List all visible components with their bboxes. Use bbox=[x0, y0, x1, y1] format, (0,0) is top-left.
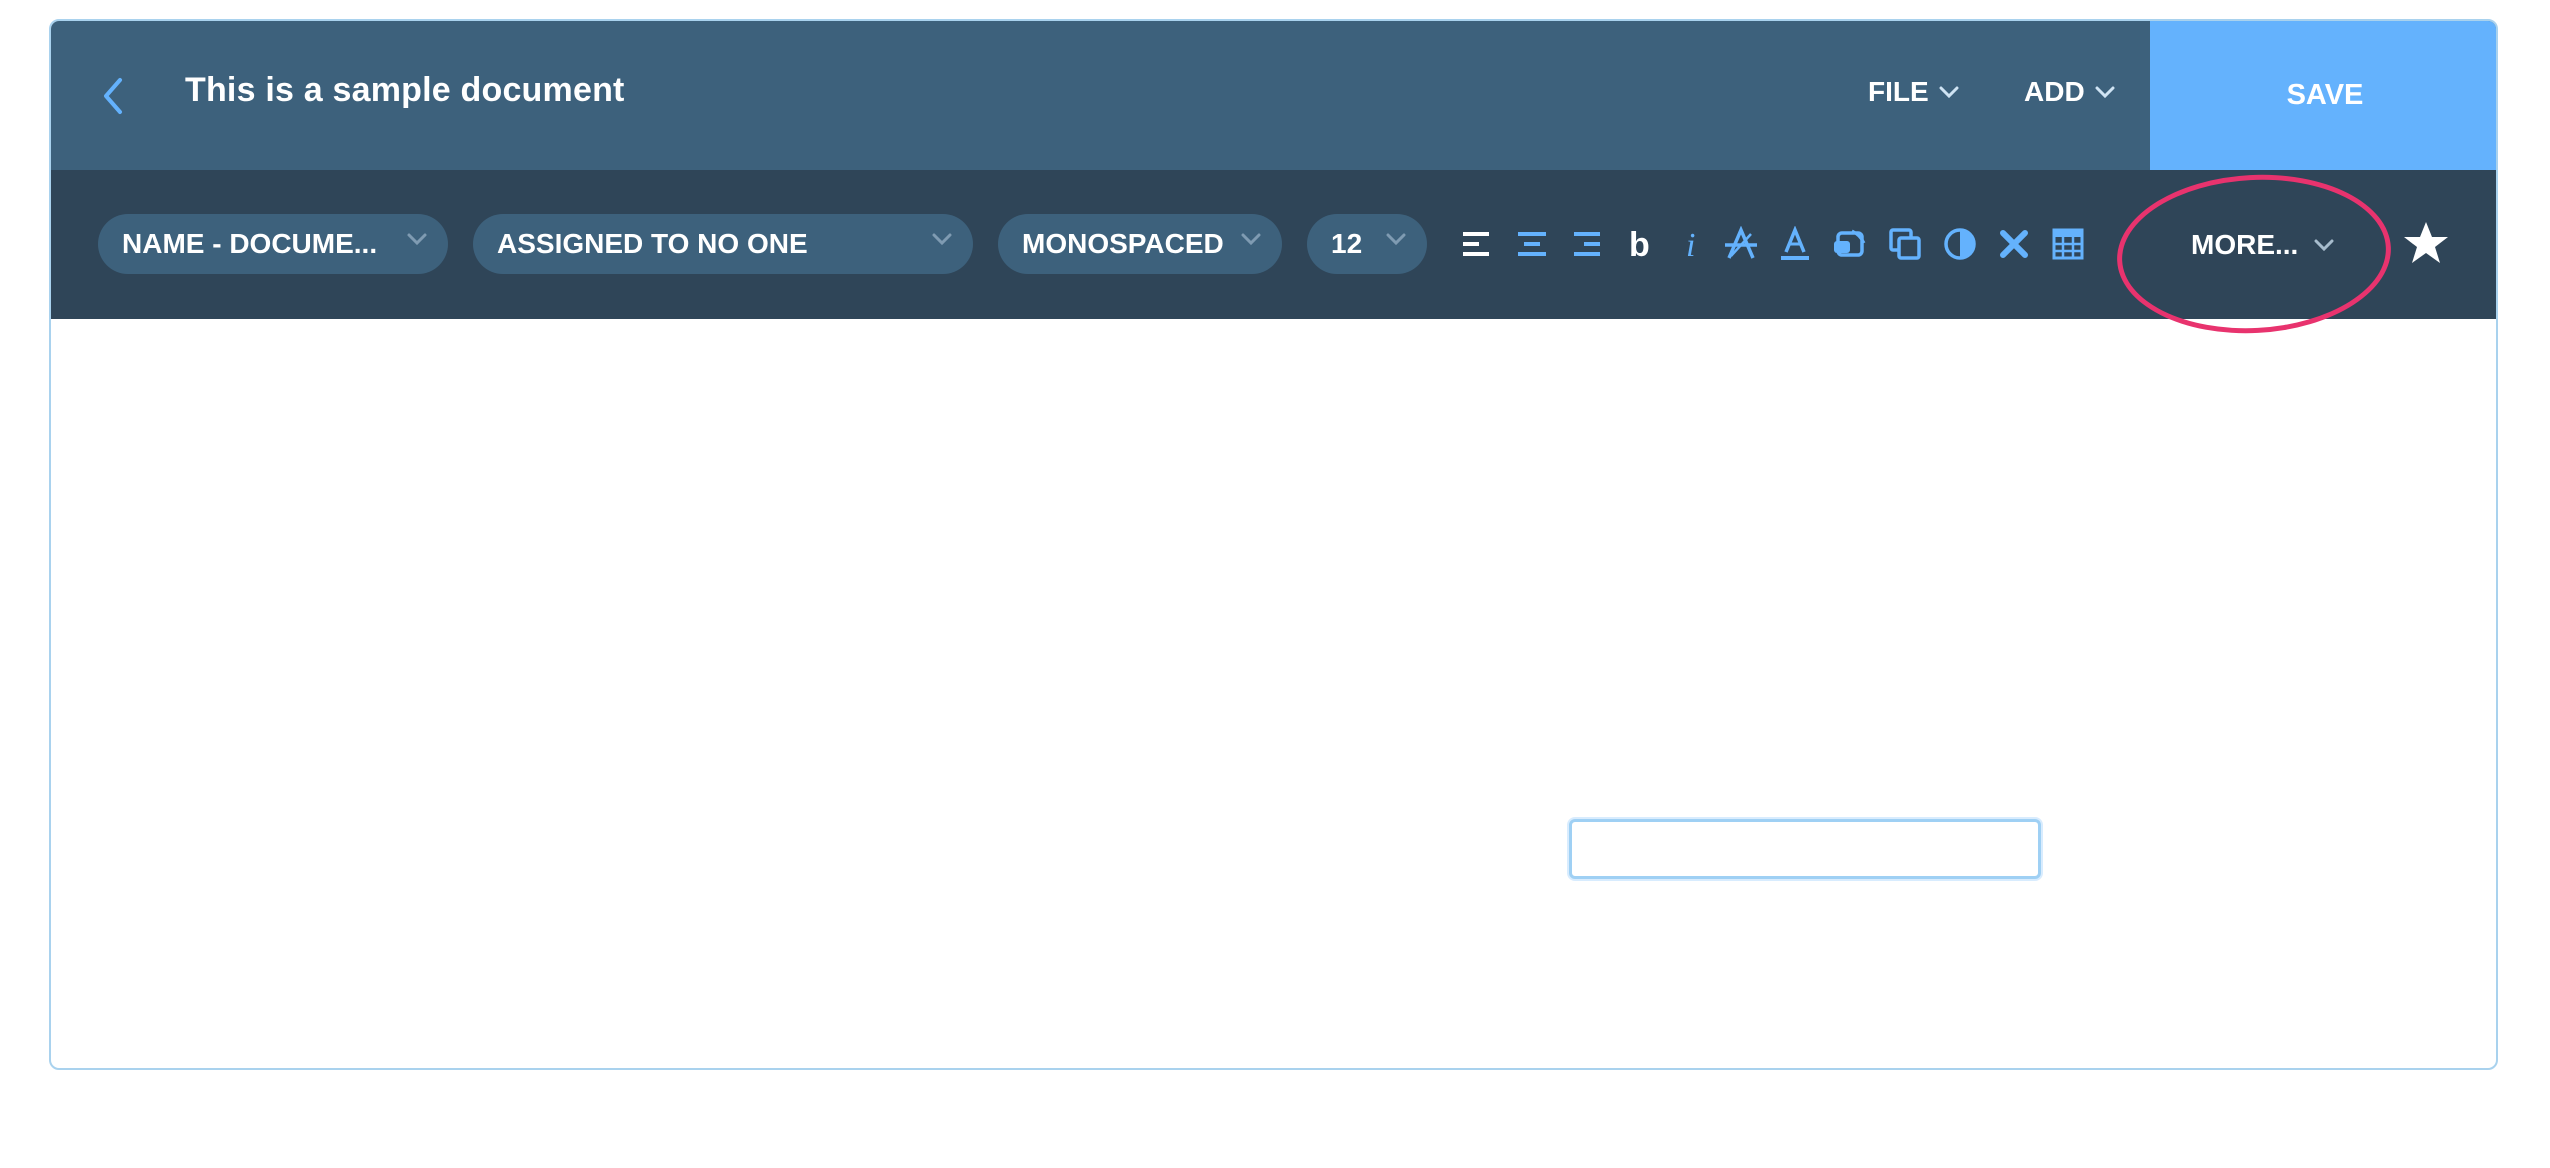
font-select[interactable]: MONOSPACED bbox=[998, 214, 1282, 274]
text-color-button[interactable] bbox=[1775, 224, 1815, 264]
chevron-left-icon bbox=[104, 78, 122, 114]
add-menu-label: ADD bbox=[2024, 76, 2085, 107]
header-bar: This is a sample document FILE ADD SAVE bbox=[51, 21, 2496, 170]
strikethrough-icon bbox=[1725, 226, 1757, 259]
align-center-button[interactable] bbox=[1512, 224, 1552, 264]
chevron-down-icon bbox=[2095, 86, 2115, 98]
name-select[interactable]: NAME - DOCUME... bbox=[98, 214, 448, 274]
chevron-down-icon bbox=[407, 233, 427, 246]
inline-text-input[interactable] bbox=[1569, 819, 2041, 879]
text-color-icon bbox=[1781, 226, 1809, 260]
more-menu-button[interactable]: MORE... bbox=[2191, 220, 2334, 270]
align-left-icon bbox=[1463, 232, 1489, 256]
clear-button[interactable] bbox=[1994, 224, 2034, 264]
chevron-down-icon bbox=[932, 233, 952, 246]
editor-window: This is a sample document FILE ADD SAVE … bbox=[49, 19, 2498, 1070]
file-menu-button[interactable]: FILE bbox=[1868, 76, 1959, 108]
contrast-button[interactable] bbox=[1940, 224, 1980, 264]
clear-icon bbox=[2000, 230, 2028, 258]
font-select-value: MONOSPACED bbox=[1022, 228, 1224, 259]
chevron-down-icon bbox=[1241, 233, 1261, 246]
assignee-select-value: ASSIGNED TO NO ONE bbox=[497, 228, 808, 259]
align-right-icon bbox=[1574, 232, 1600, 256]
chevron-down-icon bbox=[2314, 239, 2334, 251]
align-center-icon bbox=[1518, 232, 1546, 256]
duplicate-button[interactable] bbox=[1885, 224, 1925, 264]
assignee-select[interactable]: ASSIGNED TO NO ONE bbox=[473, 214, 973, 274]
star-icon bbox=[2404, 222, 2448, 263]
copy-icon bbox=[1889, 228, 1921, 260]
contrast-icon bbox=[1944, 228, 1976, 260]
erase-format-button[interactable] bbox=[1830, 224, 1870, 264]
svg-text:b: b bbox=[1629, 226, 1650, 262]
name-select-value: NAME - DOCUME... bbox=[122, 228, 378, 259]
table-button[interactable] bbox=[2048, 224, 2088, 264]
erase-format-icon bbox=[1834, 229, 1866, 257]
add-menu-button[interactable]: ADD bbox=[2024, 76, 2115, 108]
table-icon bbox=[2052, 228, 2084, 260]
strikethrough-button[interactable] bbox=[1721, 224, 1761, 264]
back-button[interactable] bbox=[91, 66, 135, 126]
align-right-button[interactable] bbox=[1566, 224, 1606, 264]
align-left-button[interactable] bbox=[1457, 224, 1497, 264]
italic-button[interactable]: i bbox=[1672, 224, 1712, 264]
format-toolbar: NAME - DOCUME... ASSIGNED TO NO ONE MONO… bbox=[51, 170, 2496, 319]
bold-button[interactable]: b bbox=[1620, 224, 1660, 264]
chevron-down-icon bbox=[1386, 233, 1406, 246]
bold-icon: b bbox=[1629, 226, 1650, 262]
svg-text:i: i bbox=[1686, 227, 1695, 262]
favorite-button[interactable] bbox=[2403, 220, 2449, 266]
font-size-select[interactable]: 12 bbox=[1307, 214, 1427, 274]
file-menu-label: FILE bbox=[1868, 76, 1929, 107]
document-title: This is a sample document bbox=[185, 71, 625, 109]
font-size-value: 12 bbox=[1331, 228, 1363, 259]
document-body[interactable] bbox=[51, 319, 2496, 1068]
italic-icon: i bbox=[1686, 227, 1695, 262]
more-menu-label: MORE... bbox=[2191, 229, 2299, 260]
chevron-down-icon bbox=[1939, 86, 1959, 98]
save-button[interactable]: SAVE bbox=[2150, 21, 2496, 170]
